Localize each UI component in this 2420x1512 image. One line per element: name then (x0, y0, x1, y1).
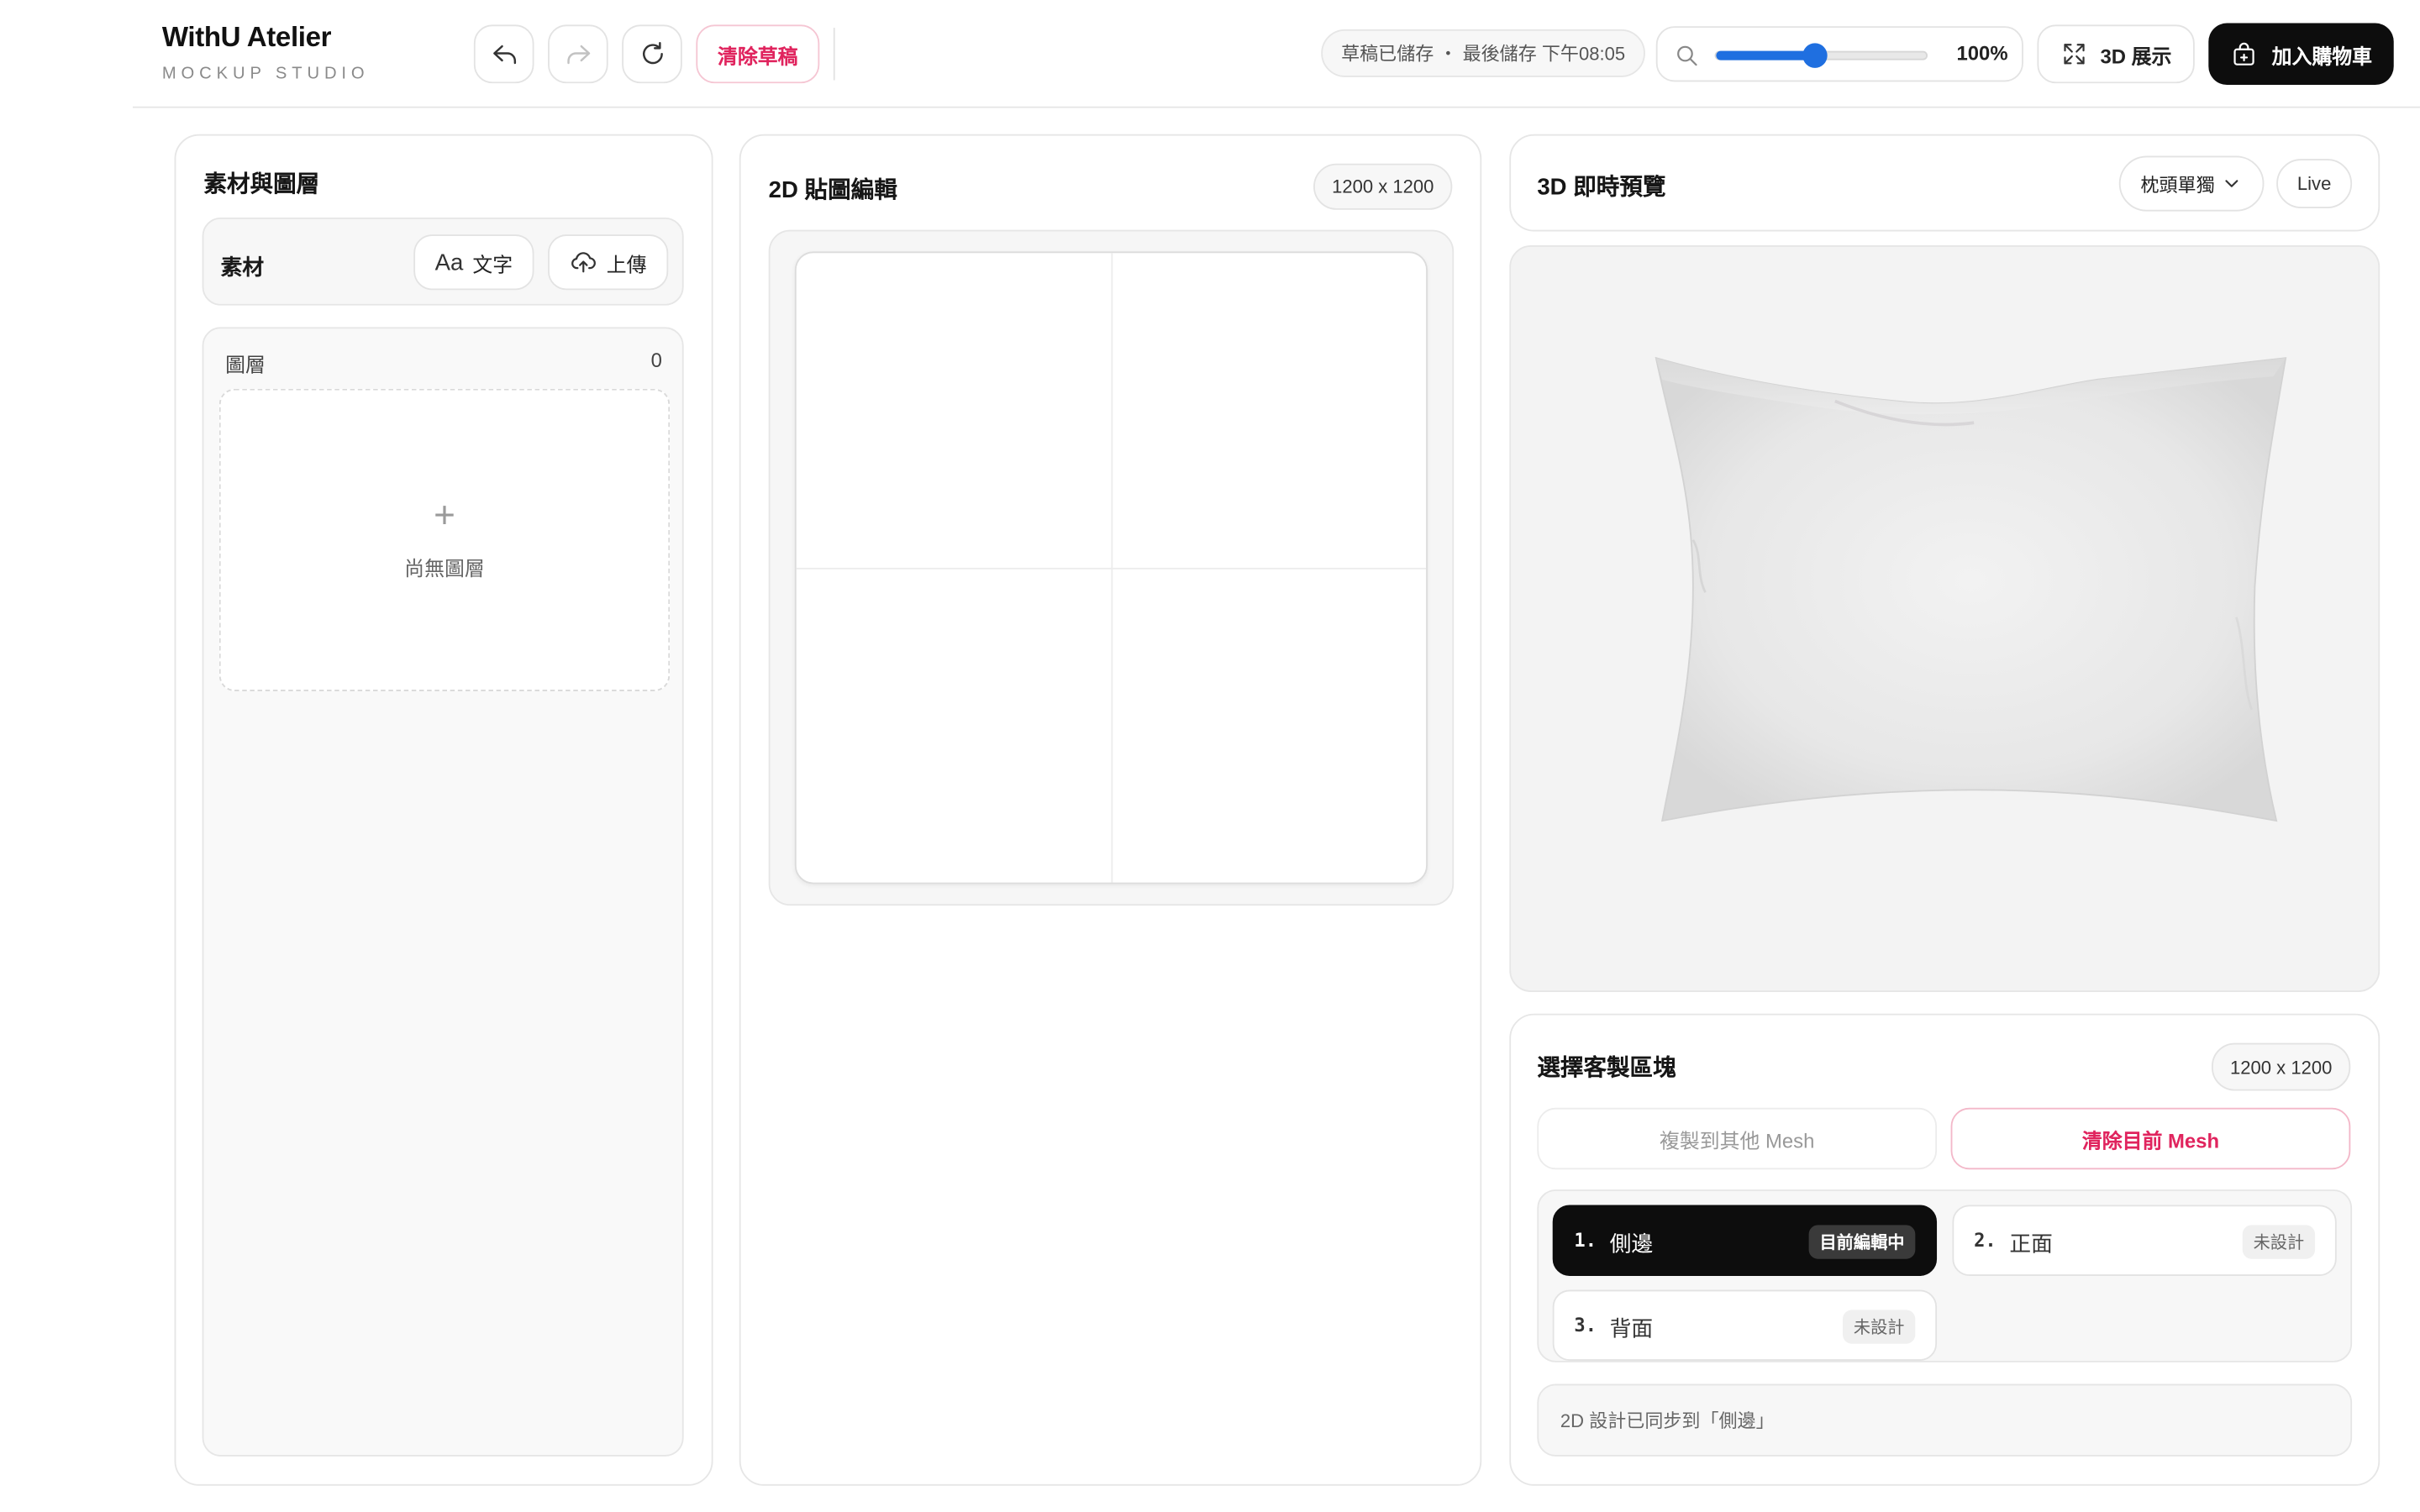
assets-layers-title: 素材與圖層 (203, 171, 320, 198)
undo-icon (492, 45, 516, 65)
zoom-slider[interactable] (1714, 43, 1928, 68)
cloud-upload-icon (571, 252, 596, 273)
preview-title: 3D 即時預覽 (1537, 174, 1666, 201)
zoom-slider-fill (1716, 50, 1815, 60)
toolbar-divider (833, 28, 835, 81)
region-size-badge: 1200 x 1200 (2211, 1042, 2351, 1091)
refresh-icon (642, 42, 662, 65)
region-status-badge: 未設計 (1843, 1310, 1916, 1344)
redo-icon (566, 45, 590, 65)
product-select-value: 枕頭單獨 (2140, 173, 2215, 196)
redo-button[interactable] (548, 24, 608, 84)
refresh-button[interactable] (622, 24, 682, 84)
save-status-badge: 草稿已儲存 ・ 最後儲存 下午08:05 (1321, 29, 1646, 77)
3d-preview-viewport[interactable] (1509, 245, 2381, 992)
header-divider (132, 106, 2420, 108)
sync-status-message: 2D 設計已同步到「側邊」 (1537, 1383, 2353, 1457)
layers-list: 圖層 0 + 尚無圖層 (202, 327, 684, 1457)
horizontal-guide (796, 567, 1427, 570)
layers-count: 0 (650, 349, 662, 372)
texture-editor-title: 2D 貼圖編輯 (768, 177, 897, 204)
region-select-title: 選擇客製區塊 (1537, 1055, 1676, 1082)
plus-icon: + (434, 495, 455, 538)
pillow-model (1655, 356, 2287, 822)
regions-grid: 1. 側邊 目前編輯中 2. 正面 未設計 3. 背面 未設計 (1537, 1189, 2353, 1362)
canvas-size-badge: 1200 x 1200 (1313, 163, 1453, 210)
add-text-label: 文字 (472, 252, 513, 276)
brand-title: WithU Atelier (161, 21, 332, 53)
chevron-down-icon (2225, 180, 2238, 187)
region-number: 3. (1574, 1314, 1597, 1336)
region-name: 背面 (1609, 1315, 1654, 1341)
brand-subtitle: MOCKUP STUDIO (161, 65, 370, 84)
empty-layers-text: 尚無圖層 (404, 557, 485, 580)
zoom-slider-handle[interactable] (1802, 43, 1828, 68)
region-name: 側邊 (1609, 1231, 1654, 1257)
top-bar: WithU Atelier MOCKUP STUDIO 清除草稿 草稿已儲存 ・… (0, 0, 2420, 108)
region-name: 正面 (2009, 1231, 2053, 1257)
zoom-control: 100% (1655, 26, 2023, 82)
assets-toolbar: 素材 Aa 文字 上傳 (202, 217, 684, 306)
add-to-cart-label: 加入購物車 (2271, 44, 2373, 67)
region-number: 2. (1974, 1229, 1996, 1252)
zoom-value: 100% (1956, 41, 2008, 66)
region-number: 1. (1574, 1229, 1597, 1252)
region-status-badge: 目前編輯中 (1808, 1225, 1916, 1259)
view-3d-label: 3D 展示 (2100, 44, 2172, 67)
region-card-back[interactable]: 3. 背面 未設計 (1552, 1289, 1938, 1361)
add-text-button[interactable]: Aa 文字 (413, 234, 534, 291)
region-card-front[interactable]: 2. 正面 未設計 (1952, 1205, 2337, 1276)
expand-icon (2064, 44, 2085, 65)
layers-label: 圖層 (225, 353, 266, 377)
app-root: WithU Atelier MOCKUP STUDIO 清除草稿 草稿已儲存 ・… (0, 0, 2420, 1512)
text-icon: Aa (434, 249, 464, 276)
upload-label: 上傳 (606, 252, 647, 276)
product-select[interactable]: 枕頭單獨 (2118, 155, 2265, 212)
live-badge: Live (2276, 159, 2353, 208)
undo-button[interactable] (473, 24, 534, 84)
canvas-frame (768, 229, 1455, 906)
region-card-side[interactable]: 1. 側邊 目前編輯中 (1552, 1205, 1938, 1276)
shopping-bag-icon (2233, 42, 2254, 66)
search-icon (1677, 45, 1697, 66)
region-status-badge: 未設計 (2242, 1225, 2316, 1259)
assets-label: 素材 (220, 255, 265, 280)
upload-button[interactable]: 上傳 (548, 234, 669, 291)
copy-to-other-mesh-button[interactable]: 複製到其他 Mesh (1537, 1107, 1938, 1170)
clear-current-mesh-button[interactable]: 清除目前 Mesh (1950, 1107, 2351, 1170)
empty-layers-placeholder[interactable]: + 尚無圖層 (218, 388, 671, 691)
view-3d-button[interactable]: 3D 展示 (2037, 24, 2195, 84)
add-to-cart-button[interactable]: 加入購物車 (2208, 23, 2394, 86)
clear-draft-button[interactable]: 清除草稿 (696, 24, 820, 84)
design-canvas[interactable] (794, 251, 1428, 885)
